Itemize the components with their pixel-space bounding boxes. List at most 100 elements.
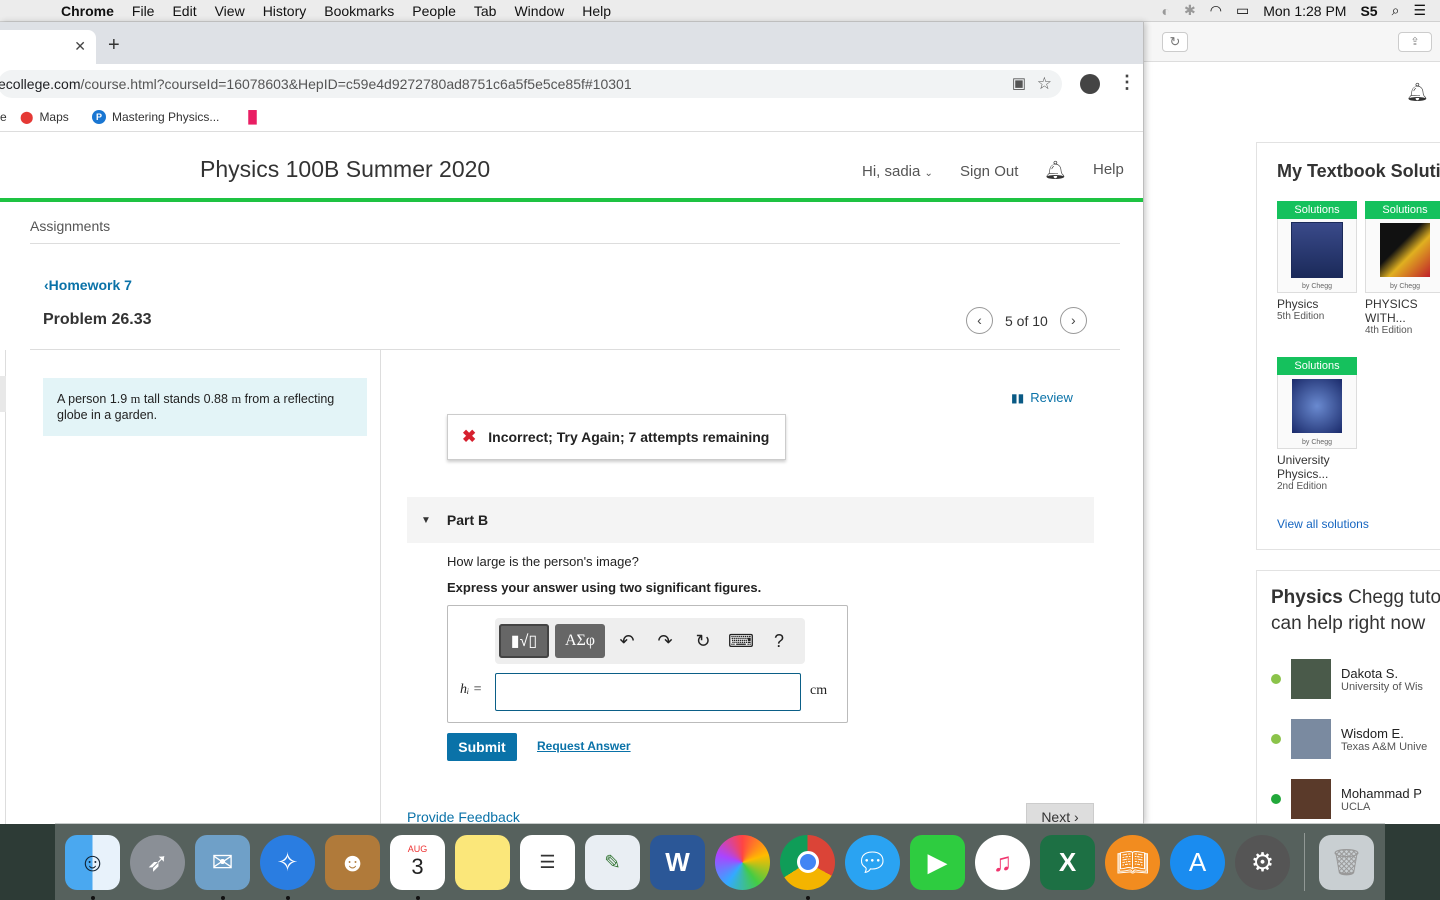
browser-tab[interactable]: ✕ <box>0 30 96 64</box>
divider <box>5 350 6 824</box>
prev-problem-button[interactable]: ‹ <box>966 307 993 334</box>
menu-window[interactable]: Window <box>505 3 573 19</box>
menu-help[interactable]: Help <box>573 3 620 19</box>
bookmark-mastering-physics[interactable]: P Mastering Physics... <box>92 110 219 124</box>
help-icon[interactable]: ? <box>763 631 795 652</box>
profile-avatar-icon[interactable] <box>1080 74 1100 94</box>
problem-title: Problem 26.33 <box>43 311 152 328</box>
bookmark-maps[interactable]: ⬤ Maps <box>20 110 69 124</box>
bookmark-star-icon[interactable]: ☆ <box>1037 70 1052 98</box>
tutor-item[interactable]: Wisdom E. Texas A&M Unive <box>1271 719 1427 759</box>
wifi-icon[interactable]: ◠ <box>1210 2 1222 19</box>
request-answer-link[interactable]: Request Answer <box>537 739 631 753</box>
homework-back-link[interactable]: ‹Homework 7 <box>44 277 132 293</box>
avatar <box>1291 779 1331 819</box>
tutor-item[interactable]: Dakota S. University of Wis <box>1271 659 1423 699</box>
submit-button[interactable]: Submit <box>447 733 517 761</box>
reload-icon[interactable]: ↻ <box>1162 32 1188 52</box>
breadcrumb-assignments[interactable]: Assignments <box>30 218 110 234</box>
menu-edit[interactable]: Edit <box>163 3 205 19</box>
night-shift-icon[interactable]: ◐ <box>1162 3 1170 19</box>
chrome-icon[interactable] <box>780 834 835 900</box>
reset-icon[interactable]: ↻ <box>687 631 719 652</box>
menu-people[interactable]: People <box>403 3 465 19</box>
finder-icon[interactable]: ☺ <box>65 834 120 900</box>
part-b-header[interactable]: ▼ Part B <box>407 497 1094 543</box>
book-card-physics[interactable]: Solutions by Chegg Physics 5th Edition <box>1277 201 1357 322</box>
menu-file[interactable]: File <box>123 3 164 19</box>
part-label: Part B <box>446 512 489 528</box>
preview-icon[interactable]: ✉ <box>195 834 250 900</box>
solutions-badge: Solutions <box>1277 201 1357 219</box>
bluetooth-icon[interactable]: ✱ <box>1184 2 1196 19</box>
close-tab-icon[interactable]: ✕ <box>74 38 86 55</box>
sign-out-link[interactable]: Sign Out <box>960 163 1018 180</box>
bookmarks-bar: e ⬤ Maps P Mastering Physics... ▐▌ <box>0 104 1143 132</box>
system-preferences-icon[interactable]: ⚙ <box>1235 834 1290 890</box>
chrome-menu-icon[interactable]: ⋮ <box>1118 72 1136 93</box>
macos-menu-bar: Chrome File Edit View History Bookmarks … <box>0 0 1440 22</box>
chegg-bell-icon[interactable]: 🔔︎ <box>1406 82 1429 103</box>
share-icon[interactable]: ⇪ <box>1398 32 1432 52</box>
review-link[interactable]: ▮▮ Review <box>1011 390 1073 405</box>
menu-view[interactable]: View <box>206 3 254 19</box>
omnibox-bar: ecollege.com/course.html?courseId=160786… <box>0 64 1143 104</box>
word-icon[interactable]: W <box>650 834 705 890</box>
cast-icon[interactable]: ▣ <box>1012 70 1026 98</box>
undo-icon[interactable]: ↶ <box>611 631 643 652</box>
music-icon[interactable]: ♫ <box>975 834 1030 890</box>
tutor-item[interactable]: Mohammad P UCLA <box>1271 779 1422 819</box>
feedback-text: Incorrect; Try Again; 7 attempts remaini… <box>488 429 770 445</box>
app-store-icon[interactable]: A <box>1170 834 1225 890</box>
mastering-page: Physics 100B Summer 2020 Hi, sadia ⌄ Sig… <box>0 134 1143 824</box>
spotlight-icon[interactable]: ⌕ <box>1392 2 1400 19</box>
book-card-university-physics[interactable]: Solutions by Chegg University Physics...… <box>1277 357 1357 492</box>
calendar-icon[interactable]: AUG 3 <box>390 834 445 900</box>
answer-input[interactable] <box>495 673 801 711</box>
bookmark-truncated[interactable]: e <box>0 110 7 124</box>
menu-user[interactable]: S5 <box>1360 3 1377 19</box>
user-menu[interactable]: Hi, sadia ⌄ <box>862 163 933 180</box>
notification-center-icon[interactable]: ☰ <box>1413 2 1426 19</box>
messages-icon[interactable]: 💬︎ <box>845 834 900 890</box>
battery-icon[interactable]: ▭ <box>1236 2 1249 19</box>
symbols-button[interactable]: ΑΣφ <box>555 624 605 658</box>
template-button[interactable]: ▮√▯ <box>499 624 549 658</box>
notes-icon[interactable] <box>455 834 510 890</box>
book-card-physics-with[interactable]: Solutions by Chegg PHYSICS WITH... 4th E… <box>1365 201 1440 336</box>
view-all-solutions-link[interactable]: View all solutions <box>1277 517 1369 531</box>
safari-icon[interactable]: ✧ <box>260 834 315 900</box>
facetime-icon[interactable]: ▶ <box>910 834 965 890</box>
menu-bookmarks[interactable]: Bookmarks <box>315 3 403 19</box>
avatar <box>1291 719 1331 759</box>
bookmark-colorful[interactable]: ▐▌ <box>244 110 261 124</box>
background-toolbar: ↻ ⇪ <box>1144 22 1440 62</box>
next-button[interactable]: Next › <box>1026 803 1094 824</box>
book-cover: by Chegg <box>1365 219 1440 293</box>
books-icon[interactable]: 📖︎ <box>1105 834 1160 890</box>
launchpad-icon[interactable]: ➶ <box>130 834 185 890</box>
help-link[interactable]: Help <box>1093 161 1124 178</box>
answer-box: ▮√▯ ΑΣφ ↶ ↷ ↻ ⌨ ? hᵢ = cm <box>447 605 848 723</box>
next-problem-button[interactable]: › <box>1059 307 1087 334</box>
reminders-icon[interactable]: ☰ <box>520 834 575 890</box>
photo-booth-icon[interactable]: ✎ <box>585 834 640 890</box>
address-bar[interactable]: ecollege.com/course.html?courseId=160786… <box>0 70 1062 98</box>
excel-icon[interactable]: X <box>1040 834 1095 890</box>
redo-icon[interactable]: ↷ <box>649 631 681 652</box>
by-chegg-label: by Chegg <box>1302 439 1332 446</box>
notifications-bell-icon[interactable]: 🔔︎ <box>1044 160 1067 181</box>
trash-icon[interactable]: 🗑︎ <box>1319 834 1374 890</box>
side-tab[interactable] <box>0 376 6 412</box>
keyboard-icon[interactable]: ⌨ <box>725 631 757 652</box>
new-tab-icon[interactable]: + <box>108 34 120 57</box>
menu-app-name[interactable]: Chrome <box>52 3 123 19</box>
unit-m: m <box>130 392 141 406</box>
provide-feedback-link[interactable]: Provide Feedback <box>407 809 520 824</box>
menu-history[interactable]: History <box>254 3 316 19</box>
contacts-icon[interactable]: ☻ <box>325 834 380 890</box>
menu-clock[interactable]: Mon 1:28 PM <box>1263 3 1346 19</box>
photos-icon[interactable] <box>715 834 770 890</box>
background-window: ↻ ⇪ 🔔︎ My Textbook Solutio Solutions by … <box>1144 22 1440 830</box>
menu-tab[interactable]: Tab <box>465 3 506 19</box>
